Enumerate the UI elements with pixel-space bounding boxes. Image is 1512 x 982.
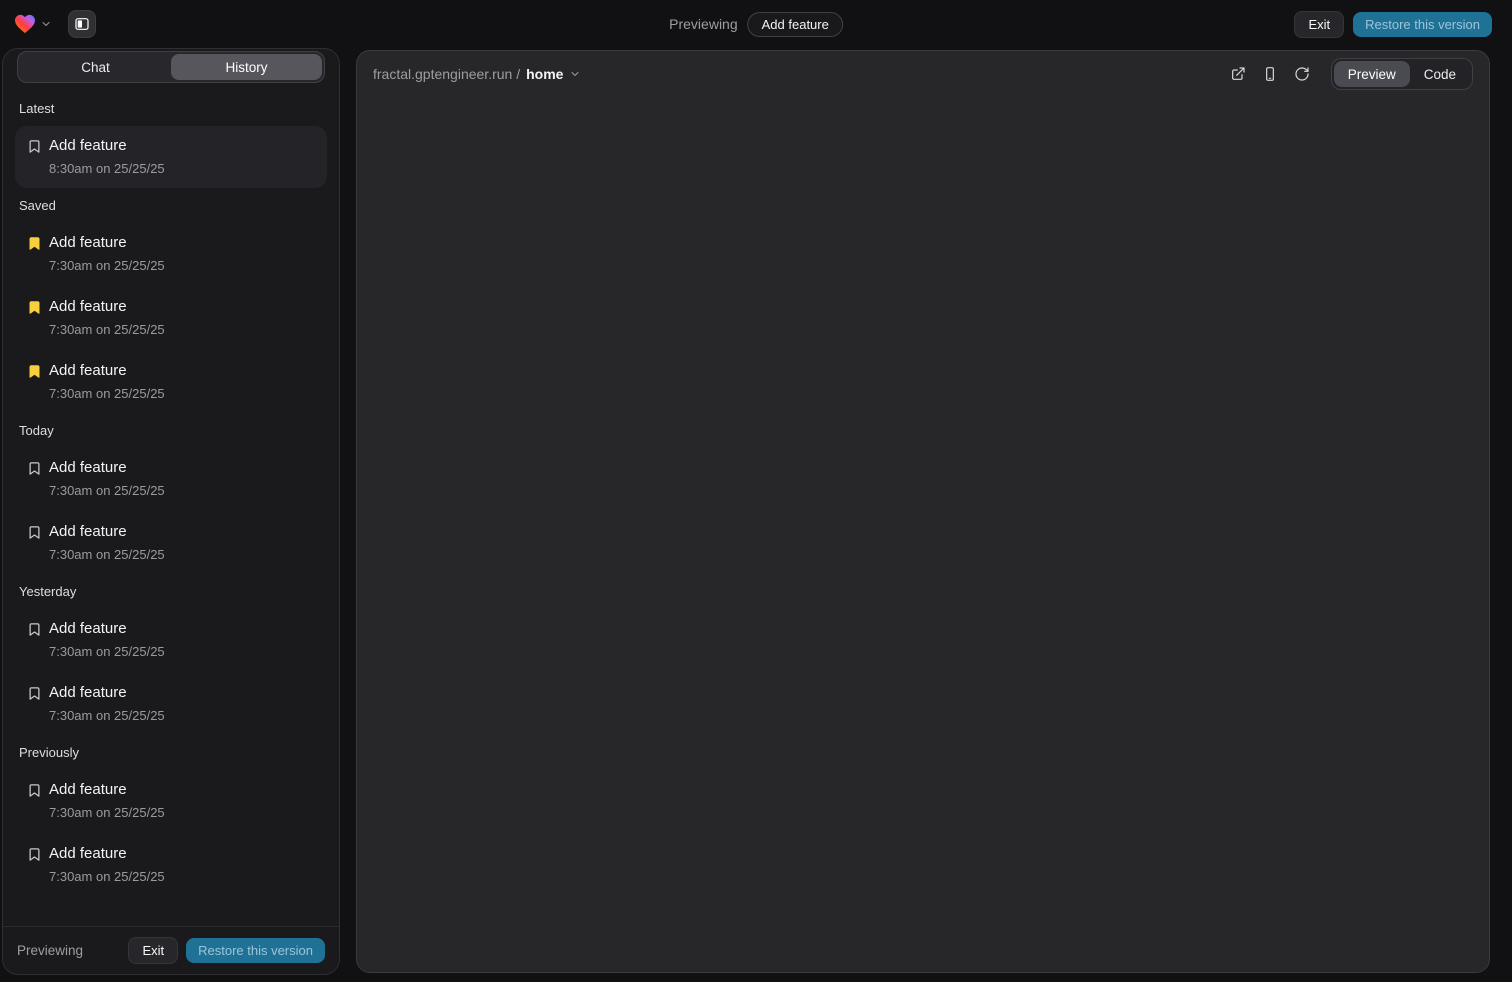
history-item[interactable]: Add feature 7:30am on 25/25/25: [15, 223, 327, 285]
history-item-time: 7:30am on 25/25/25: [49, 546, 315, 564]
section-label: Saved: [19, 198, 323, 213]
sidebar-toggle-button[interactable]: [68, 10, 96, 38]
tab-preview[interactable]: Preview: [1334, 61, 1410, 87]
exit-button[interactable]: Exit: [1294, 11, 1344, 38]
history-item-time: 7:30am on 25/25/25: [49, 804, 315, 822]
mobile-view-button[interactable]: [1255, 59, 1285, 89]
bookmark-outline-icon: [27, 780, 49, 800]
history-item-time: 7:30am on 25/25/25: [49, 707, 315, 725]
history-item-title: Add feature: [49, 780, 315, 800]
history-item-title: Add feature: [49, 522, 315, 542]
lovable-heart-logo-icon: [14, 14, 36, 34]
history-item[interactable]: Add feature 7:30am on 25/25/25: [15, 673, 327, 735]
history-item[interactable]: Add feature 7:30am on 25/25/25: [15, 609, 327, 671]
history-item[interactable]: Add feature 8:30am on 25/25/25: [15, 126, 327, 188]
smartphone-icon: [1262, 66, 1278, 82]
tab-code[interactable]: Code: [1410, 61, 1470, 87]
history-section: PreviouslyAdd feature7:30am on 25/25/25A…: [15, 745, 327, 896]
panel-left-icon: [74, 16, 90, 32]
history-item-title: Add feature: [49, 297, 315, 317]
history-section: SavedAdd feature7:30am on 25/25/25Add fe…: [15, 198, 327, 413]
topbar-left: [12, 10, 96, 38]
history-list: Latest Add feature 8:30am on 25/25/25 Saved…: [3, 83, 339, 926]
section-label: Latest: [19, 101, 323, 116]
bookmark-outline-icon: [27, 619, 49, 639]
section-label: Previously: [19, 745, 323, 760]
bookmark-filled-icon: [27, 361, 49, 381]
history-item[interactable]: Add feature 7:30am on 25/25/25: [15, 448, 327, 510]
preview-canvas[interactable]: [357, 97, 1489, 972]
history-item-title: Add feature: [49, 361, 315, 381]
bookmark-outline-icon: [27, 136, 49, 156]
open-in-new-tab-button[interactable]: [1223, 59, 1253, 89]
previewing-label: Previewing: [669, 16, 737, 32]
history-item-title: Add feature: [49, 619, 315, 639]
history-item[interactable]: Add feature 7:30am on 25/25/25: [15, 512, 327, 574]
restore-version-button[interactable]: Restore this version: [1353, 12, 1492, 37]
section-label: Today: [19, 423, 323, 438]
history-item[interactable]: Add feature 7:30am on 25/25/25: [15, 287, 327, 349]
bookmark-outline-icon: [27, 683, 49, 703]
footer-exit-button[interactable]: Exit: [128, 937, 178, 964]
history-item-time: 7:30am on 25/25/25: [49, 643, 315, 661]
history-item[interactable]: Add feature 7:30am on 25/25/25: [15, 351, 327, 413]
history-item-time: 8:30am on 25/25/25: [49, 160, 315, 178]
section-label: Yesterday: [19, 584, 323, 599]
bookmark-outline-icon: [27, 522, 49, 542]
preview-panel: fractal.gptengineer.run / home: [356, 50, 1490, 973]
topbar-right: Exit Restore this version: [1294, 11, 1492, 38]
url-breadcrumb[interactable]: fractal.gptengineer.run / home: [373, 66, 581, 82]
history-item-title: Add feature: [49, 458, 315, 478]
preview-toolbar: fractal.gptengineer.run / home: [357, 51, 1489, 97]
history-item-title: Add feature: [49, 683, 315, 703]
history-section: YesterdayAdd feature7:30am on 25/25/25Ad…: [15, 584, 327, 735]
sidebar-footer: Previewing Exit Restore this version: [3, 926, 339, 974]
history-item[interactable]: Add feature 7:30am on 25/25/25: [15, 770, 327, 832]
history-item-time: 7:30am on 25/25/25: [49, 257, 315, 275]
history-item-time: 7:30am on 25/25/25: [49, 868, 315, 886]
history-item-title: Add feature: [49, 136, 315, 156]
footer-previewing-label: Previewing: [17, 943, 83, 958]
refresh-icon: [1294, 66, 1310, 82]
chevron-down-icon: [40, 18, 52, 30]
project-menu-button[interactable]: [12, 12, 54, 36]
preview-code-tabs: Preview Code: [1331, 58, 1473, 90]
history-item-title: Add feature: [49, 233, 315, 253]
bookmark-filled-icon: [27, 233, 49, 253]
topbar: Previewing Add feature Exit Restore this…: [0, 0, 1512, 48]
chevron-down-icon: [569, 68, 581, 80]
history-section: TodayAdd feature7:30am on 25/25/25Add fe…: [15, 423, 327, 574]
history-section: Latest Add feature 8:30am on 25/25/25: [15, 101, 327, 188]
external-link-icon: [1230, 66, 1246, 82]
bookmark-outline-icon: [27, 458, 49, 478]
footer-restore-version-button[interactable]: Restore this version: [186, 938, 325, 963]
history-item-time: 7:30am on 25/25/25: [49, 321, 315, 339]
refresh-button[interactable]: [1287, 59, 1317, 89]
url-page: home: [526, 66, 563, 82]
history-item-title: Add feature: [49, 844, 315, 864]
tab-chat[interactable]: Chat: [20, 54, 171, 80]
bookmark-filled-icon: [27, 297, 49, 317]
sidebar-panel: Chat History Latest Add feature 8:30am on …: [2, 48, 340, 975]
preview-toolbar-right: Preview Code: [1223, 58, 1473, 90]
history-item[interactable]: Add feature 7:30am on 25/25/25: [15, 834, 327, 896]
topbar-center: Previewing Add feature: [669, 12, 843, 37]
version-pill[interactable]: Add feature: [748, 12, 843, 37]
sidebar-tabs: Chat History: [17, 51, 325, 83]
history-item-time: 7:30am on 25/25/25: [49, 385, 315, 403]
tab-history[interactable]: History: [171, 54, 322, 80]
url-prefix: fractal.gptengineer.run /: [373, 66, 520, 82]
bookmark-outline-icon: [27, 844, 49, 864]
history-item-time: 7:30am on 25/25/25: [49, 482, 315, 500]
